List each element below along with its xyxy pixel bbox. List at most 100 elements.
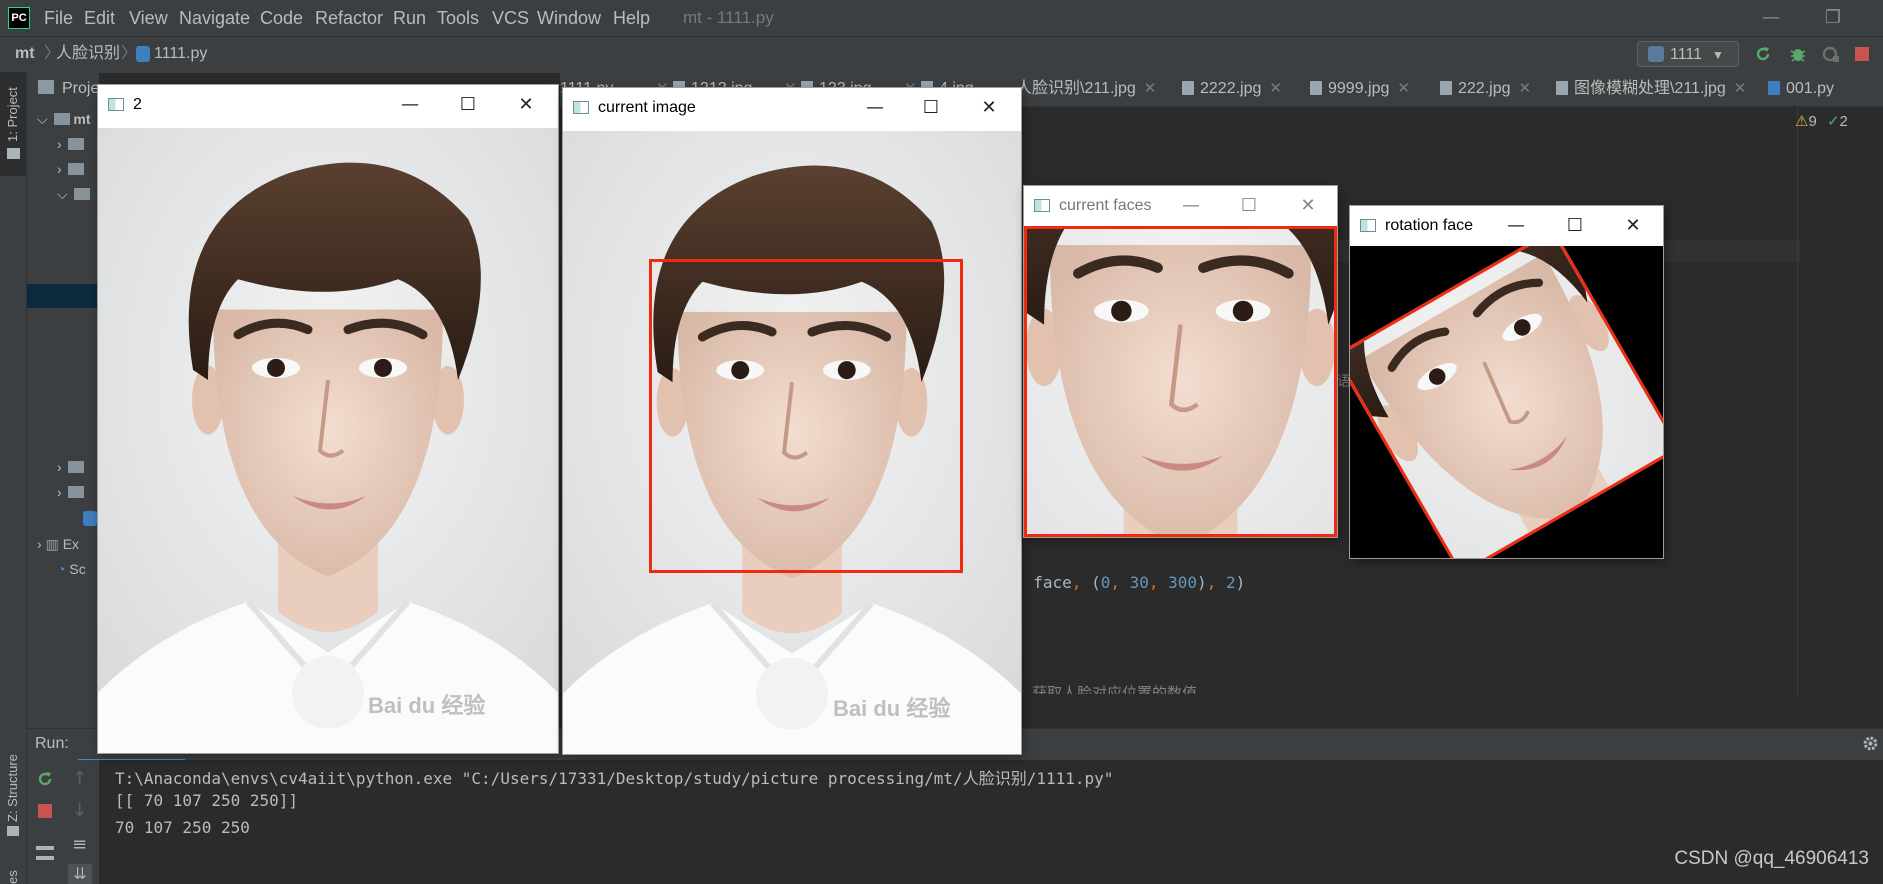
tab-label: 222.jpg	[1458, 80, 1511, 97]
tab-blur-211-jpg[interactable]: 图像模糊处理\211.jpg ✕	[1556, 72, 1746, 106]
minimize-icon[interactable]: —	[398, 93, 422, 117]
tree-scratches-row[interactable]: ◔ Sc	[27, 557, 99, 581]
warning-count: 9	[1808, 113, 1817, 130]
cv-window-original[interactable]: 2 — ☐ ✕ Bai du 经验	[98, 85, 558, 753]
debug-icon[interactable]	[1789, 45, 1807, 63]
tree-folder-row[interactable]: ⌵	[27, 182, 99, 206]
python-file-icon	[83, 511, 97, 526]
cv-window-titlebar[interactable]: current faces — ☐ ✕	[1024, 186, 1337, 226]
image-watermark: Bai du 经验	[833, 696, 951, 721]
close-icon[interactable]: ✕	[1296, 194, 1320, 218]
folder-icon	[67, 163, 84, 175]
maximize-icon[interactable]: ☐	[919, 96, 943, 120]
image-file-icon	[1310, 81, 1322, 95]
cv-window-current-faces[interactable]: current faces — ☐ ✕	[1024, 186, 1337, 537]
inspection-widget[interactable]: ⚠9 ✓2	[1795, 112, 1848, 130]
folder-icon	[67, 486, 84, 498]
tab-211-jpg[interactable]: 人脸识别\211.jpg ✕	[1016, 72, 1156, 106]
run-configuration-select[interactable]: 1111 ▼	[1637, 41, 1739, 67]
pycharm-logo-icon: PC	[8, 7, 30, 29]
image-file-icon	[1182, 81, 1194, 95]
menu-refactor[interactable]: Refactor	[315, 0, 383, 36]
structure-tool-tab[interactable]: Z: Structure	[5, 754, 20, 822]
structure-icon	[7, 826, 19, 836]
maximize-icon[interactable]: ☐	[1237, 194, 1261, 218]
cv-window-titlebar[interactable]: current image — ☐ ✕	[563, 88, 1021, 128]
soft-wrap-icon[interactable]: ≡	[72, 834, 87, 855]
tab-222-jpg[interactable]: 222.jpg ✕	[1440, 72, 1531, 106]
cv-image	[1350, 246, 1663, 558]
cv-window-rotation-face[interactable]: rotation face — ☐ ✕	[1350, 206, 1663, 558]
project-panel-title[interactable]: Proje	[62, 72, 99, 106]
window-icon	[573, 101, 589, 114]
window-icon	[1360, 219, 1376, 232]
cv-window-current-image[interactable]: current image — ☐ ✕ Bai du 经验	[563, 88, 1021, 754]
close-icon[interactable]: ✕	[977, 96, 1001, 120]
menu-window[interactable]: Window	[537, 0, 601, 36]
tree-external-libraries-row[interactable]: › ▥ Ex	[27, 532, 99, 556]
stop-icon[interactable]	[1853, 45, 1871, 63]
stop-icon[interactable]	[37, 803, 53, 819]
code-comment: 获取人脸对应位置的数值	[1014, 684, 1198, 694]
rerun-icon[interactable]	[36, 770, 54, 788]
gear-icon[interactable]	[1862, 735, 1879, 752]
close-icon[interactable]: ✕	[1734, 80, 1747, 97]
cv-window-title: rotation face	[1385, 217, 1474, 234]
cv-image: Bai du 经验	[98, 128, 558, 753]
breadcrumb-folder[interactable]: 人脸识别	[56, 36, 120, 72]
rerun-icon[interactable]	[1754, 45, 1772, 63]
menu-vcs[interactable]: VCS	[492, 0, 529, 36]
tree-folder-row[interactable]: ›	[27, 157, 99, 181]
arrow-down-icon[interactable]: ↓	[72, 800, 87, 821]
close-icon[interactable]: ✕	[1144, 80, 1157, 97]
minimize-icon[interactable]: —	[1758, 6, 1784, 30]
tree-root-row[interactable]: ⌵ mt	[27, 107, 99, 131]
minimize-icon[interactable]: —	[1504, 214, 1528, 238]
cv-image	[1024, 226, 1337, 537]
chevron-right-icon: ›	[57, 136, 62, 152]
favorites-tool-tab[interactable]: es	[5, 870, 20, 884]
folder-icon	[53, 113, 70, 125]
minimize-icon[interactable]: —	[863, 96, 887, 120]
menu-code[interactable]: Code	[260, 0, 303, 36]
tree-folder-row[interactable]: ›	[27, 132, 99, 156]
tree-folder-row[interactable]: ›	[27, 480, 99, 504]
menu-view[interactable]: View	[129, 0, 168, 36]
chevron-down-icon: ⌵	[37, 111, 48, 127]
close-icon[interactable]: ✕	[1269, 80, 1282, 97]
project-tool-tab[interactable]: 1: Project	[5, 87, 20, 142]
layout-icon[interactable]	[36, 846, 54, 860]
menu-edit[interactable]: Edit	[84, 0, 115, 36]
tree-folder-row[interactable]: ›	[27, 455, 99, 479]
run-config-label: 1111	[1670, 46, 1703, 63]
tab-label: 人脸识别\211.jpg	[1016, 80, 1136, 97]
menu-file[interactable]: File	[44, 0, 73, 36]
cv-window-titlebar[interactable]: 2 — ☐ ✕	[98, 85, 558, 125]
close-icon[interactable]: ✕	[1621, 214, 1645, 238]
minimize-icon[interactable]: —	[1179, 194, 1203, 218]
arrow-up-icon[interactable]: ↑	[72, 768, 87, 789]
menu-help[interactable]: Help	[613, 0, 650, 36]
rotated-face-image	[1350, 246, 1663, 558]
menu-run[interactable]: Run	[393, 0, 426, 36]
close-icon[interactable]: ✕	[1397, 80, 1410, 97]
maximize-icon[interactable]: ☐	[456, 93, 480, 117]
tab-9999-jpg[interactable]: 9999.jpg ✕	[1310, 72, 1410, 106]
menu-navigate[interactable]: Navigate	[179, 0, 250, 36]
tab-2222-jpg[interactable]: 2222.jpg ✕	[1182, 72, 1282, 106]
breadcrumb-file[interactable]: 1111.py	[154, 36, 207, 72]
cv-window-title: current image	[598, 99, 696, 116]
breadcrumb-project[interactable]: mt	[15, 36, 35, 72]
close-icon[interactable]: ✕	[514, 93, 538, 117]
coverage-icon[interactable]	[1822, 45, 1840, 63]
chevron-down-icon: ▼	[1712, 48, 1724, 62]
cv-window-titlebar[interactable]: rotation face — ☐ ✕	[1350, 206, 1663, 246]
maximize-icon[interactable]: ☐	[1563, 214, 1587, 238]
tab-001-py[interactable]: 001.py	[1768, 72, 1834, 106]
scroll-to-end-icon[interactable]: ⇊	[68, 864, 92, 884]
tree-file-row[interactable]	[27, 506, 99, 530]
close-icon[interactable]: ✕	[1519, 80, 1532, 97]
restore-icon[interactable]: ❐	[1820, 6, 1846, 30]
console-output-line: [[ 70 107 250 250]]	[115, 791, 299, 810]
menu-tools[interactable]: Tools	[437, 0, 479, 36]
